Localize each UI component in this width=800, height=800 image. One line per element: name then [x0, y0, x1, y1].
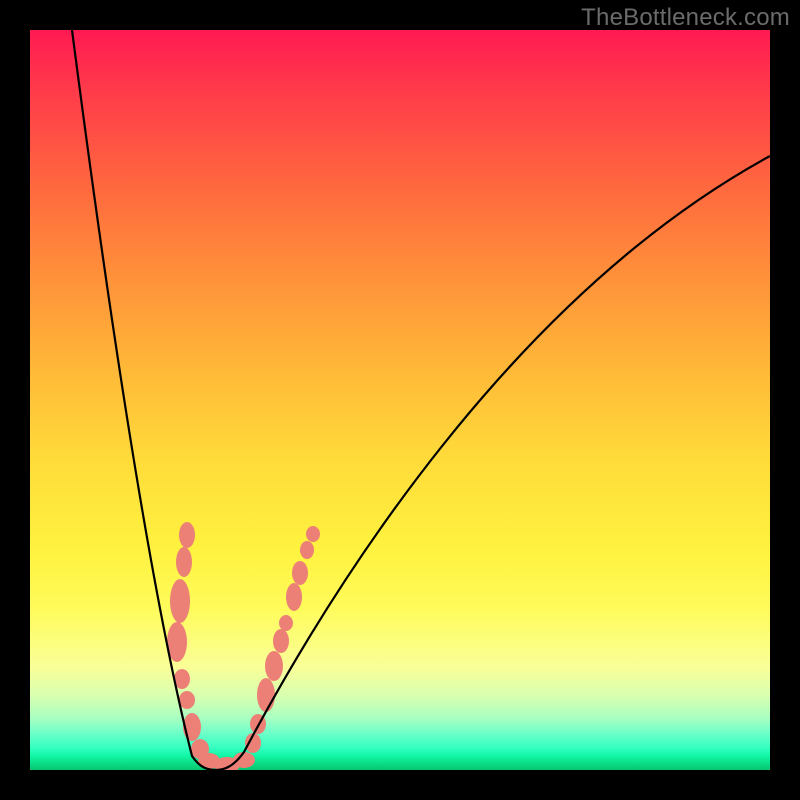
curve-layer — [30, 30, 770, 770]
marker-dot — [265, 651, 283, 681]
plot-area — [30, 30, 770, 770]
marker-dot — [179, 522, 195, 548]
marker-dot — [170, 579, 190, 623]
marker-dot — [273, 629, 289, 653]
marker-dot — [176, 547, 192, 577]
watermark-text: TheBottleneck.com — [581, 4, 790, 32]
marker-group — [167, 522, 320, 770]
marker-dot — [292, 561, 308, 585]
marker-dot — [179, 691, 195, 709]
marker-dot — [300, 541, 314, 559]
marker-dot — [286, 583, 302, 611]
chart-frame: TheBottleneck.com — [0, 0, 800, 800]
marker-dot — [306, 526, 320, 542]
marker-dot — [257, 678, 275, 712]
marker-dot — [279, 615, 293, 631]
